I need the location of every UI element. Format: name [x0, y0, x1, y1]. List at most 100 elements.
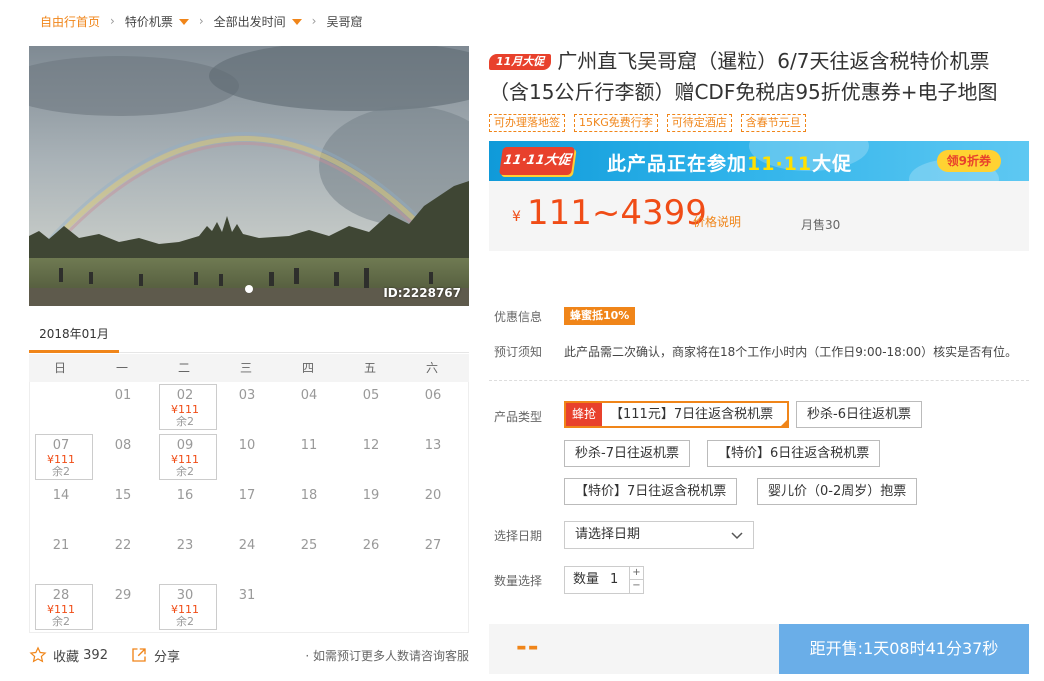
weekday-fri: 五: [363, 361, 376, 375]
calendar-day: 08: [92, 432, 154, 482]
calendar-day: 31: [216, 582, 278, 632]
promo-badge: 11月大促: [489, 54, 552, 70]
calendar-day: 05: [340, 382, 402, 432]
product-detail-panel: 11月大促 广州直飞吴哥窟（暹粒）6/7天往返含税特价机票（含15公斤行李额）赠C…: [489, 46, 1029, 251]
day-number: 21: [52, 538, 70, 553]
calendar-day: 27: [402, 532, 464, 582]
calendar-day[interactable]: 07 ¥111 余2: [30, 432, 93, 482]
share-label: 分享: [153, 649, 180, 665]
calendar-day: 18: [278, 482, 340, 532]
day-remaining: 余2: [176, 415, 194, 428]
carousel-dot[interactable]: [245, 285, 253, 293]
day-number: 04: [300, 388, 318, 403]
breadcrumb-separator: ›: [198, 14, 204, 28]
price-range: 111~4399: [527, 193, 707, 233]
breadcrumb-separator: ›: [311, 14, 317, 28]
weekday-thu: 四: [301, 361, 314, 375]
option-special-7day[interactable]: 【特价】7日往返含税机票: [564, 478, 738, 505]
photo-id-label: ID:2228767: [383, 286, 461, 300]
calendar-day: 20: [402, 482, 464, 532]
day-number: 29: [114, 588, 132, 603]
calendar-day[interactable]: 28 ¥111 余2: [30, 582, 93, 632]
sale-countdown-button[interactable]: 距开售:1天08时41分37秒: [779, 624, 1029, 674]
calendar-day[interactable]: 02 ¥111 余2: [154, 382, 217, 432]
increment-button[interactable]: +: [629, 567, 643, 580]
caret-down-icon: [291, 19, 302, 25]
calendar-day: 01: [92, 382, 154, 432]
date-label: 选择日期: [494, 529, 543, 543]
day-number: 07: [52, 438, 70, 453]
price-box: ¥ 111~4399 价格说明 月售30: [489, 181, 1029, 251]
option-flash-6day[interactable]: 秒杀-6日往返机票: [796, 401, 922, 428]
chevron-down-icon: [731, 532, 743, 540]
price-explanation-link[interactable]: 价格说明: [693, 213, 741, 230]
star-icon: [29, 646, 47, 663]
day-number: 03: [238, 388, 256, 403]
option-special-6day[interactable]: 【特价】6日往返含税机票: [707, 440, 881, 467]
weekday-mon: 一: [115, 361, 128, 375]
day-number: 31: [238, 588, 256, 603]
option-label: 【111元】7日往返含税机票: [610, 407, 774, 422]
option-111-7day[interactable]: 蜂抢 【111元】7日往返含税机票: [564, 401, 790, 428]
quantity-unit: 数量: [573, 572, 600, 587]
calendar-day: 06: [402, 382, 464, 432]
calendar-month-tab[interactable]: 2018年01月: [29, 320, 119, 353]
contact-service-hint[interactable]: · 如需预订更多人数请咨询客服: [305, 647, 469, 664]
favorite-count: 392: [83, 647, 108, 663]
flash-sale-tag: 蜂抢: [566, 403, 603, 426]
breadcrumb-flights-dropdown[interactable]: 特价机票: [125, 13, 189, 30]
calendar-day: 29: [92, 582, 154, 632]
day-number: 01: [114, 388, 132, 403]
calendar-empty-cell: [278, 582, 340, 632]
carousel-dots[interactable]: [245, 285, 253, 293]
notice-text: 此产品需二次确认，商家将在18个工作小时内（工作日9:00-18:00）核实是否…: [564, 345, 1018, 359]
product-type-row: 产品类型 蜂抢 【111元】7日往返含税机票 秒杀-6日往返机票 秒杀-7日往返机…: [489, 401, 1029, 511]
option-flash-7day[interactable]: 秒杀-7日往返机票: [564, 440, 690, 467]
share-icon: [132, 648, 146, 662]
decrement-button[interactable]: −: [629, 580, 643, 593]
breadcrumb: 自由行首页 › 特价机票 › 全部出发时间 › 吴哥窟: [40, 12, 363, 30]
notice-row: 预订须知 此产品需二次确认，商家将在18个工作小时内（工作日9:00-18:00…: [489, 343, 1029, 363]
calendar-day: 22: [92, 532, 154, 582]
double-eleven-banner[interactable]: 11·11大促 此产品正在参加11·11大促 领9折券: [489, 141, 1029, 181]
tag-landing-visa: 可办理落地签: [489, 114, 565, 132]
selected-check-icon: [779, 418, 790, 428]
calendar-weekday-header: 日 一 二 三 四 五 六: [29, 354, 469, 382]
tag-holidays: 含春节元旦: [740, 114, 806, 132]
discount-value: 蜂蜜抵10%: [564, 307, 636, 325]
breadcrumb-departure-dropdown[interactable]: 全部出发时间: [214, 13, 302, 30]
calendar-day: 03: [216, 382, 278, 432]
calendar-day: 16: [154, 482, 216, 532]
date-select[interactable]: 请选择日期: [564, 521, 754, 549]
option-infant[interactable]: 婴儿价（0-2周岁）抱票: [757, 478, 918, 505]
date-select-placeholder: 请选择日期: [575, 527, 641, 542]
day-number: 05: [362, 388, 380, 403]
selected-price-placeholder: --: [516, 632, 540, 662]
get-coupon-button[interactable]: 领9折券: [936, 150, 1001, 172]
quantity-stepper[interactable]: 数量 1 + −: [564, 566, 644, 594]
day-remaining: 余2: [176, 465, 194, 478]
calendar-day: 04: [278, 382, 340, 432]
discount-label: 优惠信息: [494, 310, 543, 324]
product-type-label: 产品类型: [494, 410, 543, 424]
favorite-button[interactable]: 收藏 392: [29, 646, 108, 665]
calendar-day[interactable]: 30 ¥111 余2: [154, 582, 217, 632]
product-photo[interactable]: ID:2228767: [29, 46, 469, 306]
weekday-sun: 日: [53, 361, 66, 375]
share-button[interactable]: 分享: [130, 646, 180, 665]
day-number: 22: [114, 538, 132, 553]
section-divider: [489, 380, 1029, 381]
calendar-day: 15: [92, 482, 154, 532]
weekday-sat: 六: [425, 361, 438, 375]
tag-hotel-pending: 可待定酒店: [666, 114, 732, 132]
day-remaining: 余2: [176, 615, 194, 628]
calendar-day[interactable]: 09 ¥111 余2: [154, 432, 217, 482]
caret-down-icon: [178, 19, 189, 25]
favorite-label: 收藏: [53, 649, 80, 665]
day-number: 26: [362, 538, 380, 553]
product-title-text: 广州直飞吴哥窟（暹粒）6/7天往返含税特价机票（含15公斤行李额）赠CDF免税店…: [489, 49, 998, 104]
quantity-value[interactable]: 1: [610, 567, 618, 593]
double-eleven-badge: 11·11大促: [499, 147, 575, 175]
banner-text: 此产品正在参加11·11大促: [607, 149, 852, 176]
breadcrumb-home-link[interactable]: 自由行首页: [40, 13, 100, 30]
